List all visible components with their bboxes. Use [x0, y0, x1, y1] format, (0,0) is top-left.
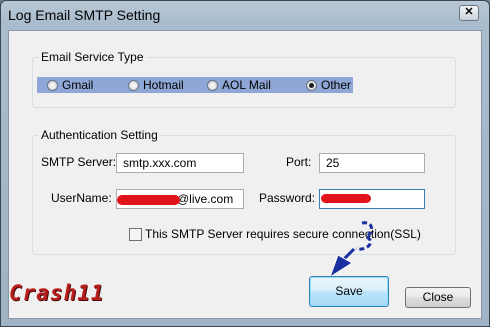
- port-label: Port:: [286, 155, 312, 169]
- username-value: @live.com: [177, 192, 234, 206]
- smtp-server-label: SMTP Server:: [41, 155, 117, 169]
- crash11-watermark: Crash11: [9, 281, 105, 305]
- username-redaction: [117, 195, 180, 205]
- radio-hotmail-label: Hotmail: [143, 78, 184, 92]
- radio-aol-label: AOL Mail: [222, 78, 271, 92]
- title-bar[interactable]: Log Email SMTP Setting ✕: [1, 1, 489, 29]
- password-label: Password:: [259, 191, 316, 205]
- email-service-group-label: Email Service Type: [39, 50, 146, 64]
- smtp-server-input[interactable]: smtp.xxx.com: [116, 153, 244, 173]
- password-redaction: [321, 194, 371, 203]
- annotation-arrow-icon: [329, 221, 373, 279]
- radio-gmail[interactable]: Gmail: [47, 78, 93, 92]
- close-icon: ✕: [464, 6, 474, 18]
- save-button[interactable]: Save: [309, 276, 389, 307]
- radio-aol[interactable]: AOL Mail: [207, 78, 271, 92]
- authentication-group-label: Authentication Setting: [39, 128, 160, 142]
- window-title: Log Email SMTP Setting: [8, 7, 161, 23]
- dialog-window: Log Email SMTP Setting ✕ Email Service T…: [0, 0, 490, 327]
- radio-hotmail-dot[interactable]: [128, 79, 139, 91]
- window-close-button[interactable]: ✕: [459, 5, 479, 21]
- radio-other-label: Other: [321, 78, 352, 92]
- port-input[interactable]: 25: [319, 153, 425, 173]
- radio-gmail-label: Gmail: [62, 78, 94, 92]
- radio-gmail-dot[interactable]: [47, 79, 58, 91]
- close-button[interactable]: Close: [405, 287, 471, 308]
- radio-aol-dot[interactable]: [207, 79, 218, 91]
- radio-other[interactable]: Other: [306, 78, 351, 92]
- radio-hotmail[interactable]: Hotmail: [128, 78, 184, 92]
- username-label: UserName:: [51, 191, 112, 205]
- radio-other-dot[interactable]: [306, 79, 317, 91]
- ssl-checkbox[interactable]: [129, 227, 142, 241]
